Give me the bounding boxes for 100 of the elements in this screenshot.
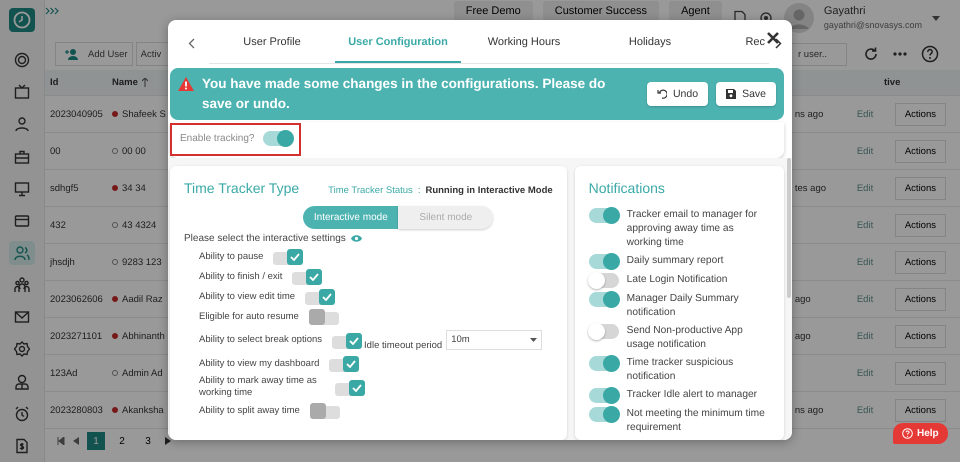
section-title: Notifications — [588, 180, 665, 196]
table-cell-text: 2023062606 — [50, 294, 104, 304]
setting-toggle[interactable] — [310, 406, 340, 419]
actions-button[interactable]: Actions — [894, 102, 946, 126]
idle-timeout-dropdown[interactable]: 10m — [446, 330, 542, 350]
actions-button[interactable]: Actions — [894, 288, 946, 310]
user-email: gayathri@snovasys.com — [824, 19, 922, 32]
header-button[interactable]: Agent — [669, 1, 722, 21]
header-button[interactable]: Customer Success — [542, 1, 660, 21]
notification-switch[interactable] — [588, 292, 619, 307]
save-button[interactable]: Save — [716, 82, 776, 106]
notification-switch[interactable] — [588, 356, 619, 371]
table-cell: 43 4324 — [122, 220, 156, 230]
setting-label: Ability to split away time — [199, 404, 300, 416]
refresh-icon[interactable] — [863, 46, 879, 62]
eye-icon[interactable] — [350, 235, 362, 242]
help-button[interactable]: Help — [893, 423, 948, 444]
table-cell: Shafeek S — [122, 108, 166, 120]
setting-toggle[interactable] — [273, 252, 304, 265]
tab[interactable]: Rec — [713, 22, 765, 62]
notification-switch[interactable] — [588, 407, 619, 422]
add-user-button[interactable]: Add User — [55, 42, 133, 66]
undo-button[interactable]: Undo — [646, 82, 708, 106]
table-cell: 9283 123 — [122, 256, 162, 268]
table-cell-text: 2023280803 — [50, 404, 104, 416]
notification-switch[interactable] — [588, 208, 619, 223]
table-cell-text: 2023271101 — [50, 330, 104, 342]
table-cell: Admin Ad — [122, 368, 163, 378]
user-name: Gayathri — [824, 4, 866, 18]
warning-icon — [178, 77, 194, 91]
caret-icon[interactable] — [932, 16, 940, 20]
setting-label: Ability to select break options — [199, 334, 322, 346]
question-icon — [902, 428, 913, 439]
actions-button[interactable]: Actions — [894, 324, 946, 348]
notification-switch[interactable] — [588, 254, 619, 269]
column-header[interactable]: Name — [112, 77, 138, 88]
actions-button[interactable]: Actions — [894, 250, 946, 274]
previous-page-icon[interactable] — [73, 437, 79, 445]
notification-label: Manager Daily Summary notification — [626, 292, 740, 320]
actions-button[interactable]: Actions — [894, 214, 946, 236]
enable-tracking-label: Enable tracking? — [180, 133, 254, 144]
help-icon[interactable] — [921, 45, 939, 63]
status-label: Time Tracker Status — [328, 185, 413, 196]
table-cell: ns ago — [794, 404, 824, 416]
notification-switch[interactable] — [588, 324, 619, 339]
tab[interactable]: Holidays — [587, 22, 713, 62]
actions-button[interactable]: Actions — [894, 362, 946, 384]
setting-toggle[interactable] — [305, 292, 336, 305]
next-tab-icon[interactable] — [775, 38, 782, 48]
setting-label: Ability to finish / exit — [199, 270, 282, 282]
notification-switch[interactable] — [588, 273, 619, 288]
actions-button[interactable]: Actions — [894, 140, 946, 162]
scrollbar[interactable] — [787, 158, 791, 298]
page-button[interactable]: 3 — [139, 432, 157, 450]
save-icon — [726, 89, 736, 99]
check-icon — [352, 384, 362, 392]
table-cell: ns ago — [794, 108, 824, 120]
header-button[interactable]: Free Demo — [454, 1, 533, 21]
setting-toggle[interactable] — [292, 272, 322, 285]
more-icon[interactable] — [892, 52, 908, 56]
table-cell: ago — [794, 330, 811, 342]
clock-logo-icon[interactable] — [9, 8, 35, 32]
next-page-icon[interactable] — [165, 437, 171, 445]
users-icon[interactable] — [9, 240, 35, 266]
status-value: Running in Interactive Mode — [425, 185, 553, 196]
expand-chevrons-icon[interactable] — [45, 6, 59, 16]
first-page-icon[interactable] — [57, 437, 65, 445]
table-cell-text: 123Ad — [50, 368, 78, 378]
section-title: Time Tracker Type — [184, 180, 300, 196]
setting-toggle[interactable] — [308, 312, 339, 325]
idle-timeout-label: Idle timeout period — [364, 340, 442, 352]
sort-arrow-icon[interactable] — [142, 78, 148, 87]
previous-tab-icon[interactable] — [188, 38, 195, 48]
notification-label: Not meeting the minimum time requirement — [626, 407, 766, 435]
table-cell: 34 34 — [122, 182, 146, 194]
check-icon — [349, 336, 360, 344]
table-cell-text: sdhgf5 — [50, 182, 80, 194]
notification-label: Time tracker suspicious notification — [626, 356, 734, 384]
column-header[interactable]: Id — [50, 77, 112, 88]
tab[interactable]: Working Hours — [461, 22, 587, 62]
table-cell-text: 2023040905 — [50, 108, 104, 120]
tab[interactable]: User Profile — [209, 22, 335, 62]
page-button[interactable]: 2 — [113, 432, 131, 450]
setting-label: Ability to pause — [199, 250, 264, 262]
table-cell: 00 00 — [122, 146, 146, 156]
warning-message: You have made some changes in the configurations. Please do save or undo. — [202, 75, 606, 113]
notification-label: Daily summary report — [626, 254, 724, 268]
table-cell: ago — [794, 294, 811, 304]
setting-toggle[interactable] — [335, 382, 365, 396]
table-cell-text: jhsdjh — [50, 256, 76, 268]
close-icon[interactable] — [767, 32, 779, 44]
status-separator: : — [418, 185, 420, 196]
column-header[interactable]: tive — [884, 77, 946, 88]
notification-switch[interactable] — [588, 388, 619, 403]
setting-toggle[interactable] — [332, 336, 362, 348]
enable-tracking-switch[interactable] — [262, 131, 292, 146]
setting-toggle[interactable] — [329, 359, 360, 372]
actions-button[interactable]: Actions — [894, 398, 946, 422]
actions-button[interactable]: Actions — [894, 176, 946, 200]
dropdown-caret-icon — [530, 338, 538, 342]
